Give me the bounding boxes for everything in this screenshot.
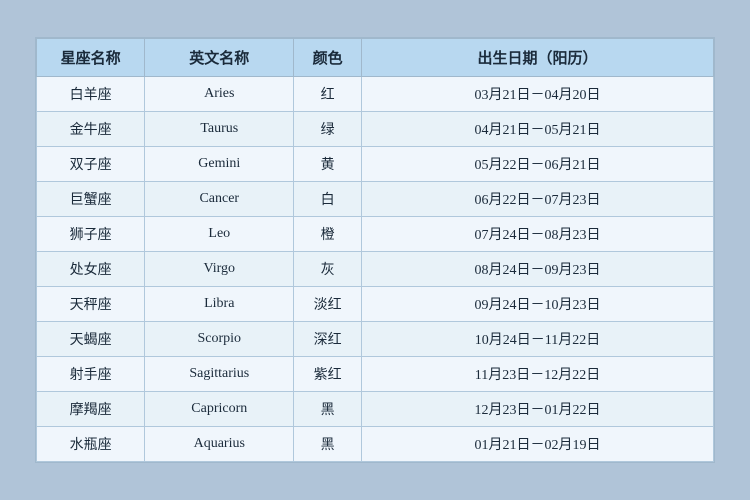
cell-date: 09月24日－10月23日 (361, 287, 713, 322)
table-row: 巨蟹座Cancer白06月22日－07月23日 (37, 182, 714, 217)
cell-date: 06月22日－07月23日 (361, 182, 713, 217)
cell-color: 灰 (294, 252, 362, 287)
cell-date: 03月21日－04月20日 (361, 77, 713, 112)
cell-date: 08月24日－09月23日 (361, 252, 713, 287)
table-row: 狮子座Leo橙07月24日－08月23日 (37, 217, 714, 252)
cell-color: 白 (294, 182, 362, 217)
cell-color: 橙 (294, 217, 362, 252)
cell-english: Cancer (145, 182, 294, 217)
cell-english: Aries (145, 77, 294, 112)
table-row: 处女座Virgo灰08月24日－09月23日 (37, 252, 714, 287)
cell-date: 10月24日－11月22日 (361, 322, 713, 357)
cell-chinese: 天蝎座 (37, 322, 145, 357)
cell-color: 黑 (294, 427, 362, 462)
cell-color: 淡红 (294, 287, 362, 322)
cell-date: 04月21日－05月21日 (361, 112, 713, 147)
cell-chinese: 射手座 (37, 357, 145, 392)
zodiac-table: 星座名称 英文名称 颜色 出生日期（阳历） 白羊座Aries红03月21日－04… (36, 38, 714, 462)
table-row: 水瓶座Aquarius黑01月21日－02月19日 (37, 427, 714, 462)
cell-chinese: 狮子座 (37, 217, 145, 252)
cell-color: 绿 (294, 112, 362, 147)
cell-date: 01月21日－02月19日 (361, 427, 713, 462)
cell-english: Virgo (145, 252, 294, 287)
table-row: 天蝎座Scorpio深红10月24日－11月22日 (37, 322, 714, 357)
cell-chinese: 白羊座 (37, 77, 145, 112)
cell-english: Leo (145, 217, 294, 252)
zodiac-table-container: 星座名称 英文名称 颜色 出生日期（阳历） 白羊座Aries红03月21日－04… (35, 37, 715, 463)
cell-color: 紫红 (294, 357, 362, 392)
header-date: 出生日期（阳历） (361, 39, 713, 77)
cell-color: 黑 (294, 392, 362, 427)
cell-chinese: 水瓶座 (37, 427, 145, 462)
table-row: 摩羯座Capricorn黑12月23日－01月22日 (37, 392, 714, 427)
cell-english: Scorpio (145, 322, 294, 357)
cell-english: Sagittarius (145, 357, 294, 392)
cell-english: Taurus (145, 112, 294, 147)
cell-color: 红 (294, 77, 362, 112)
table-row: 双子座Gemini黄05月22日－06月21日 (37, 147, 714, 182)
cell-english: Gemini (145, 147, 294, 182)
cell-chinese: 天秤座 (37, 287, 145, 322)
cell-english: Capricorn (145, 392, 294, 427)
table-row: 金牛座Taurus绿04月21日－05月21日 (37, 112, 714, 147)
header-color: 颜色 (294, 39, 362, 77)
table-header-row: 星座名称 英文名称 颜色 出生日期（阳历） (37, 39, 714, 77)
header-chinese: 星座名称 (37, 39, 145, 77)
cell-chinese: 巨蟹座 (37, 182, 145, 217)
cell-english: Aquarius (145, 427, 294, 462)
table-row: 射手座Sagittarius紫红11月23日－12月22日 (37, 357, 714, 392)
cell-date: 05月22日－06月21日 (361, 147, 713, 182)
header-english: 英文名称 (145, 39, 294, 77)
cell-chinese: 处女座 (37, 252, 145, 287)
table-row: 天秤座Libra淡红09月24日－10月23日 (37, 287, 714, 322)
table-body: 白羊座Aries红03月21日－04月20日金牛座Taurus绿04月21日－0… (37, 77, 714, 462)
cell-color: 深红 (294, 322, 362, 357)
cell-color: 黄 (294, 147, 362, 182)
cell-date: 07月24日－08月23日 (361, 217, 713, 252)
cell-chinese: 双子座 (37, 147, 145, 182)
cell-date: 11月23日－12月22日 (361, 357, 713, 392)
cell-chinese: 摩羯座 (37, 392, 145, 427)
cell-chinese: 金牛座 (37, 112, 145, 147)
cell-date: 12月23日－01月22日 (361, 392, 713, 427)
cell-english: Libra (145, 287, 294, 322)
table-row: 白羊座Aries红03月21日－04月20日 (37, 77, 714, 112)
